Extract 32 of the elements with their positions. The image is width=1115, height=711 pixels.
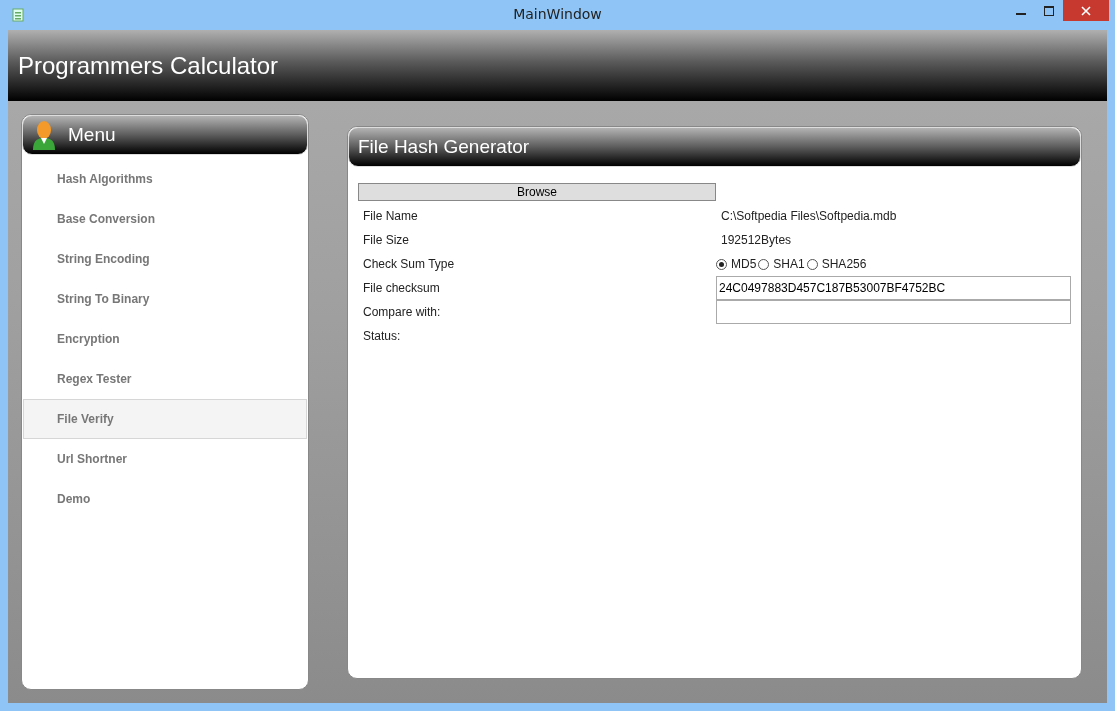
minimize-icon (1016, 12, 1026, 15)
field-label: Status: (362, 329, 402, 343)
menu-item[interactable]: File Verify (23, 399, 307, 439)
menu-item[interactable]: String To Binary (23, 279, 307, 319)
user-icon (32, 120, 56, 150)
field-label: File checksum (362, 281, 441, 295)
maximize-icon (1044, 5, 1054, 16)
menu-title: Menu (68, 124, 116, 146)
panel-title: File Hash Generator (358, 136, 530, 158)
menu-item[interactable]: String Encoding (23, 239, 307, 279)
field-label: File Name (362, 209, 419, 223)
menu-item[interactable]: Hash Algorithms (23, 159, 307, 199)
menu-item[interactable]: Regex Tester (23, 359, 307, 399)
menu-item[interactable]: Base Conversion (23, 199, 307, 239)
field-label: File Size (362, 233, 410, 247)
input-field[interactable]: 24C0497883D457C187B53007BF4752BC (716, 276, 1071, 300)
field-value: C:\Softpedia Files\Softpedia.mdb (720, 209, 897, 223)
window-title: MainWindow (513, 6, 602, 22)
field-value: 192512Bytes (720, 233, 792, 247)
browse-button[interactable]: Browse (358, 183, 716, 201)
field-label: Check Sum Type (362, 257, 456, 271)
input-field[interactable] (716, 300, 1071, 324)
radio-option[interactable]: SHA256 (806, 257, 867, 271)
menu-item[interactable]: Encryption (23, 319, 307, 359)
field-label: Compare with: (362, 305, 442, 319)
radio-option[interactable]: SHA1 (758, 257, 805, 271)
menu-item[interactable]: Demo (23, 479, 307, 519)
app-title: Programmers Calculator (18, 51, 279, 80)
radio-option[interactable]: MD5 (716, 257, 757, 271)
app-icon (12, 8, 24, 22)
menu-item[interactable]: Url Shortner (23, 439, 307, 479)
close-icon (1081, 5, 1091, 16)
